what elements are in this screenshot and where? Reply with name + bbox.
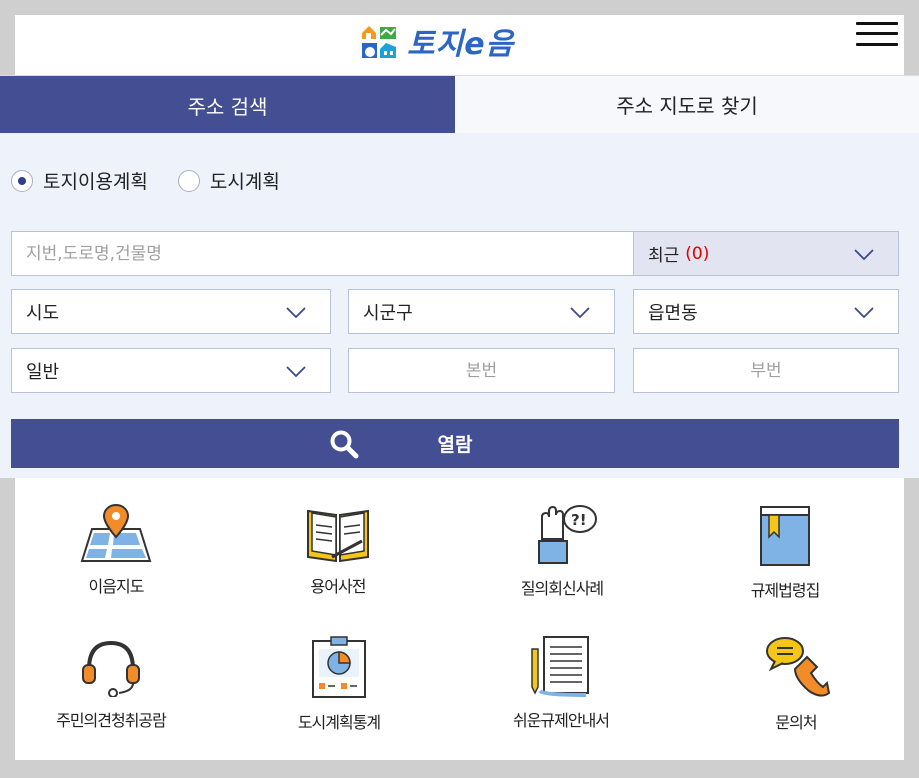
search-panel: 토지이용계획 도시계획 최근 (0) 시도 시군구 읍면동 일반: [0, 133, 919, 478]
quick-menu-qa-cases[interactable]: ?! 질의회신사례: [462, 503, 662, 599]
quick-menu-map-label: 이음지도: [88, 577, 145, 596]
tab-map-search[interactable]: 주소 지도로 찾기: [455, 76, 919, 134]
radio-checked-icon: [11, 169, 33, 192]
radio-unchecked-icon: [177, 169, 200, 192]
quick-menu-law-book-label: 규제법령집: [750, 581, 821, 600]
chevron-down-icon: [286, 366, 306, 378]
sigungu-select[interactable]: 시군구: [348, 289, 615, 334]
header: 토지e음: [15, 15, 904, 75]
tab-map-search-label: 주소 지도로 찾기: [616, 94, 758, 118]
logo-house-icon: [362, 26, 396, 58]
quick-menu-contact-label: 문의처: [775, 713, 817, 732]
eupmyeondong-select-value: 읍면동: [648, 302, 698, 324]
chevron-down-icon: [854, 249, 874, 261]
recent-searches-dropdown[interactable]: 최근 (0): [633, 231, 899, 276]
sido-select[interactable]: 시도: [11, 289, 331, 334]
quick-menu-dictionary[interactable]: 용어사전: [238, 503, 438, 597]
main-lot-number-input[interactable]: [348, 348, 615, 393]
chevron-down-icon: [286, 307, 306, 319]
address-search-input[interactable]: [11, 231, 634, 276]
quick-menu-map[interactable]: 이음지도: [16, 503, 216, 597]
quick-menu-urban-stats[interactable]: 도시계획통계: [239, 635, 439, 733]
search-icon: [330, 430, 359, 459]
phone-chat-icon: [766, 637, 831, 697]
radio-urban-plan[interactable]: 도시계획: [177, 167, 280, 194]
dictionary-book-icon: [307, 509, 369, 563]
radio-urban-plan-label: 도시계획: [209, 171, 280, 193]
view-button[interactable]: 열람: [11, 419, 899, 468]
statistics-board-icon: [312, 636, 366, 698]
land-type-select-value: 일반: [26, 361, 60, 383]
quick-menu-public-notice[interactable]: 주민의견청취공람: [11, 635, 211, 731]
tab-address-search-label: 주소 검색: [187, 94, 268, 119]
quick-menu-contact[interactable]: 문의처: [696, 635, 896, 733]
logo-text: 토지e음: [407, 27, 515, 62]
svg-text:?!: ?!: [571, 511, 587, 529]
tab-address-search[interactable]: 주소 검색: [0, 76, 455, 134]
chevron-down-icon: [570, 307, 590, 319]
sub-lot-number-input[interactable]: [633, 348, 899, 393]
map-pin-icon: [80, 503, 152, 562]
quick-menu-law-book[interactable]: 규제법령집: [685, 503, 885, 601]
recent-label: 최근: [648, 246, 680, 266]
land-type-select[interactable]: 일반: [11, 348, 331, 393]
radio-land-use-plan-label: 토지이용계획: [43, 171, 148, 193]
quick-menu-dictionary-label: 용어사전: [310, 577, 367, 596]
eupmyeondong-select[interactable]: 읍면동: [633, 289, 899, 334]
search-tabs: 주소 검색 주소 지도로 찾기: [0, 75, 919, 134]
sigungu-select-value: 시군구: [363, 302, 413, 324]
quick-menu-qa-cases-label: 질의회신사례: [520, 579, 604, 598]
quick-menu-regulation-guide[interactable]: 쉬운규제안내서: [461, 635, 661, 731]
hamburger-menu-icon[interactable]: [856, 19, 900, 49]
plan-type-radio-group: 토지이용계획 도시계획: [11, 167, 310, 194]
page-frame: 토지e음 주소 검색 주소 지도로 찾기 토지이용계획 도시계획 지번,도로명,…: [0, 15, 919, 760]
sido-select-value: 시도: [26, 302, 60, 324]
headset-icon: [82, 640, 140, 697]
law-book-icon: [760, 506, 810, 566]
view-button-label: 열람: [437, 434, 473, 456]
chevron-down-icon: [854, 307, 874, 319]
recent-count: (0): [685, 243, 710, 264]
radio-land-use-plan[interactable]: 토지이용계획: [11, 167, 148, 194]
site-logo[interactable]: 토지e음: [361, 19, 514, 63]
document-pencil-icon: [531, 636, 589, 697]
hand-question-icon: ?!: [538, 505, 597, 564]
quick-menu-regulation-guide-label: 쉬운규제안내서: [512, 711, 610, 730]
quick-menu-public-notice-label: 주민의견청취공람: [56, 711, 167, 730]
quick-menu-urban-stats-label: 도시계획통계: [297, 713, 381, 732]
